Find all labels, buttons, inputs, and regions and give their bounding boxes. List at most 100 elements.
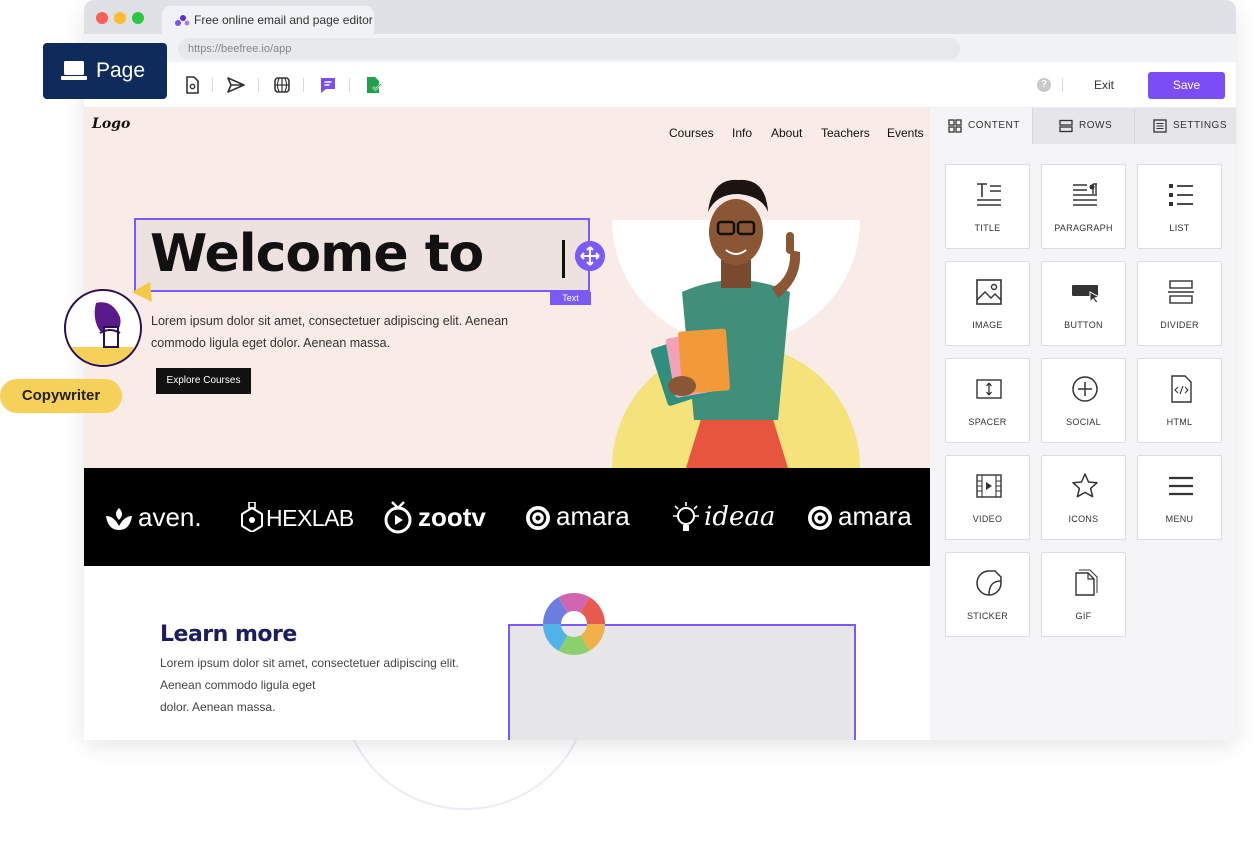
- help-icon[interactable]: ?: [1037, 78, 1051, 92]
- learn-more-line: Lorem ipsum dolor sit amet, consectetuer…: [160, 656, 459, 670]
- tab-title: Free online email and page editor: [194, 13, 373, 27]
- copywriter-badge: Copywriter: [0, 379, 122, 413]
- block-label: ICONS: [1068, 514, 1099, 524]
- block-social[interactable]: SOCIAL: [1041, 358, 1126, 443]
- block-spacer[interactable]: SPACER: [945, 358, 1030, 443]
- tab-rows[interactable]: ROWS: [1032, 108, 1134, 144]
- block-label: STICKER: [966, 611, 1009, 621]
- block-label: GIF: [1075, 611, 1092, 621]
- toolbar-separator: [349, 78, 350, 92]
- browser-tab[interactable]: Free online email and page editor: [162, 6, 374, 34]
- editor-toolbar: ? Exit Save: [84, 62, 1236, 108]
- list-icon: [1169, 184, 1193, 206]
- learn-more-line: Aenean commodo ligula eget: [160, 678, 316, 692]
- block-label: LIST: [1169, 223, 1190, 233]
- tab-content[interactable]: CONTENT: [930, 108, 1032, 144]
- exit-button[interactable]: Exit: [1084, 74, 1124, 96]
- brand-logo-strip[interactable]: aven. HEXLAB zootv amara ideaa amara: [84, 468, 930, 566]
- video-icon: [976, 474, 1002, 498]
- hexlab-logo-icon: [241, 502, 263, 532]
- site-logo: Logo: [92, 116, 131, 132]
- tab-settings[interactable]: SETTINGS: [1134, 108, 1236, 144]
- nav-item-info[interactable]: Info: [732, 126, 752, 140]
- html-icon: [1171, 375, 1192, 403]
- block-icons[interactable]: ICONS: [1041, 455, 1126, 540]
- nav-item-teachers[interactable]: Teachers: [821, 126, 870, 140]
- settings-icon: [1153, 119, 1167, 133]
- email-canvas: Logo Courses Info About Teachers Events: [84, 108, 930, 740]
- close-window-dot[interactable]: [96, 12, 108, 24]
- block-gif[interactable]: GIF: [1041, 552, 1126, 637]
- title-icon: [977, 183, 1001, 206]
- block-html[interactable]: HTML: [1137, 358, 1222, 443]
- star-icon: [1072, 473, 1098, 498]
- learn-more-paragraph[interactable]: Lorem ipsum dolor sit amet, consectetuer…: [160, 652, 500, 718]
- brand-amara-2: amara: [838, 501, 912, 531]
- amara-logo-icon: [808, 506, 832, 530]
- block-label: PARAGRAPH: [1054, 223, 1113, 233]
- nav-item-courses[interactable]: Courses: [669, 126, 714, 140]
- globe-icon[interactable]: [272, 75, 292, 95]
- hero-heading[interactable]: Welcome to: [150, 224, 484, 284]
- rows-icon: [1059, 119, 1073, 133]
- page-mode-label: Page: [96, 59, 146, 82]
- maximize-window-dot[interactable]: [132, 12, 144, 24]
- title-bar: Free online email and page editor: [84, 0, 1236, 34]
- block-label: MENU: [1165, 514, 1194, 524]
- block-label: SPACER: [968, 417, 1007, 427]
- block-label: HTML: [1166, 417, 1193, 427]
- color-wheel-icon: [543, 593, 605, 655]
- minimize-window-dot[interactable]: [114, 12, 126, 24]
- learn-more-line: dolor. Aenean massa.: [160, 700, 276, 714]
- block-label: BUTTON: [1064, 320, 1103, 330]
- nav-item-about[interactable]: About: [771, 126, 802, 140]
- block-paragraph[interactable]: PARAGRAPH: [1041, 164, 1126, 249]
- address-bar[interactable]: https://beefree.io/app: [178, 38, 960, 60]
- menu-icon: [1169, 476, 1193, 496]
- comments-icon[interactable]: [318, 75, 338, 95]
- aven-logo-icon: [106, 508, 132, 530]
- social-icon: [1072, 376, 1098, 402]
- image-icon: [976, 279, 1002, 305]
- collaborator-pointer-icon: [132, 282, 152, 302]
- explore-courses-button[interactable]: Explore Courses: [156, 368, 251, 394]
- block-menu[interactable]: MENU: [1137, 455, 1222, 540]
- block-title[interactable]: TITLE: [945, 164, 1030, 249]
- spacer-icon: [976, 379, 1002, 399]
- tab-settings-label: SETTINGS: [1173, 120, 1228, 131]
- send-icon[interactable]: [226, 75, 246, 95]
- nav-item-events[interactable]: Events: [887, 126, 924, 140]
- tab-content-label: CONTENT: [968, 120, 1020, 131]
- block-video[interactable]: VIDEO: [945, 455, 1030, 540]
- grid-icon: [948, 119, 962, 133]
- page-mode-badge[interactable]: Page: [43, 43, 167, 99]
- brand-ideaa: ideaa: [704, 502, 776, 532]
- amara-logo-icon: [526, 506, 550, 530]
- brand-zootv: zootv: [418, 502, 486, 532]
- hero-section[interactable]: Logo Courses Info About Teachers Events: [84, 108, 930, 468]
- toolbar-separator: [1062, 78, 1063, 92]
- divider-icon: [1168, 280, 1194, 304]
- text-cursor: [562, 240, 565, 278]
- sticker-icon: [976, 570, 1002, 596]
- approval-document-icon[interactable]: [364, 75, 384, 95]
- block-label: TITLE: [974, 223, 1001, 233]
- copywriter-avatar: [64, 289, 142, 367]
- block-sticker[interactable]: STICKER: [945, 552, 1030, 637]
- move-handle-icon[interactable]: [575, 241, 605, 271]
- gif-icon: [1075, 569, 1098, 596]
- file-settings-icon[interactable]: [182, 75, 202, 95]
- learn-more-title[interactable]: Learn more: [160, 622, 297, 647]
- hero-paragraph[interactable]: Lorem ipsum dolor sit amet, consectetuer…: [151, 310, 531, 354]
- block-label: IMAGE: [972, 320, 1003, 330]
- address-bar-row: https://beefree.io/app: [84, 34, 1236, 62]
- block-divider[interactable]: DIVIDER: [1137, 261, 1222, 346]
- bee-logo-icon: [175, 15, 190, 26]
- block-button[interactable]: BUTTON: [1041, 261, 1126, 346]
- block-label: SOCIAL: [1066, 417, 1101, 427]
- save-button[interactable]: Save: [1148, 72, 1225, 99]
- hero-person-illustration: [612, 179, 860, 468]
- tab-rows-label: ROWS: [1079, 120, 1113, 131]
- block-image[interactable]: IMAGE: [945, 261, 1030, 346]
- block-list[interactable]: LIST: [1137, 164, 1222, 249]
